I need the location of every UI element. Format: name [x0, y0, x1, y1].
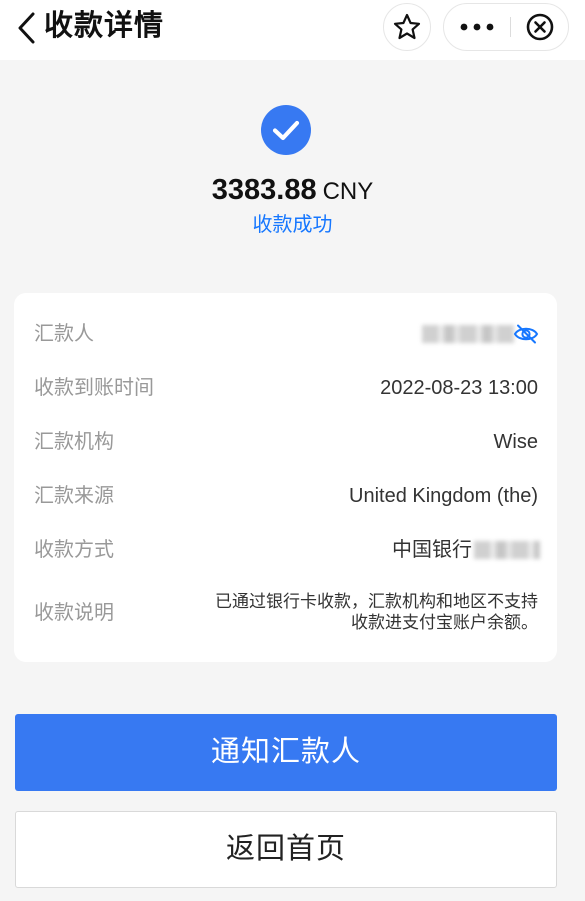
amount-value: 3383.88: [211, 174, 317, 206]
back-button[interactable]: [8, 8, 44, 48]
detail-row-institution: 汇款机构 Wise: [14, 428, 557, 456]
notify-remitter-button[interactable]: 通知汇款人: [15, 714, 557, 791]
masked-card-number: [474, 541, 540, 559]
return-home-button[interactable]: 返回首页: [15, 811, 557, 888]
amount-currency: CNY: [322, 178, 374, 205]
detail-row-remitter: 汇款人: [14, 320, 557, 348]
navigation-bar: 收款详情: [0, 0, 585, 60]
close-button[interactable]: [511, 4, 569, 50]
detail-row-method: 收款方式 中国银行: [14, 536, 557, 564]
detail-label: 收款方式: [34, 539, 114, 561]
detail-row-note: 收款说明 已通过银行卡收款，汇款机构和地区不支持收款进支付宝账户余额。: [14, 591, 557, 635]
toggle-visibility-button[interactable]: [513, 322, 539, 346]
detail-value: United Kingdom (the): [349, 485, 538, 507]
detail-value: Wise: [493, 431, 538, 453]
detail-value: 2022-08-23 13:00: [380, 377, 538, 399]
more-button[interactable]: [444, 4, 510, 50]
detail-label: 汇款来源: [34, 485, 114, 507]
check-circle-icon: [261, 105, 311, 155]
status-text: 收款成功: [252, 214, 333, 236]
amount-line: 3383.88 CNY: [0, 170, 585, 215]
page-title: 收款详情: [44, 10, 165, 42]
more-icon: [460, 23, 494, 31]
favorite-button[interactable]: [383, 3, 431, 51]
detail-value: 已通过银行卡收款，汇款机构和地区不支持收款进支付宝账户余额。: [215, 592, 538, 632]
chevron-left-icon: [18, 12, 35, 44]
masked-remitter-name: [422, 325, 514, 343]
mini-program-capsule: [443, 3, 569, 51]
close-circle-icon: [526, 13, 554, 41]
details-card: 汇款人 收款到账时间 2022-08-23 13:00 汇款机构 Wise 汇款…: [14, 293, 557, 662]
detail-label: 收款到账时间: [34, 377, 154, 399]
detail-label: 收款说明: [34, 602, 114, 624]
eye-hidden-icon: [513, 324, 539, 344]
detail-row-source: 汇款来源 United Kingdom (the): [14, 482, 557, 510]
detail-label: 汇款人: [34, 323, 94, 345]
detail-row-arrival-time: 收款到账时间 2022-08-23 13:00: [14, 374, 557, 402]
star-icon: [393, 13, 421, 40]
detail-label: 汇款机构: [34, 431, 114, 453]
detail-value: 中国银行: [392, 539, 472, 561]
